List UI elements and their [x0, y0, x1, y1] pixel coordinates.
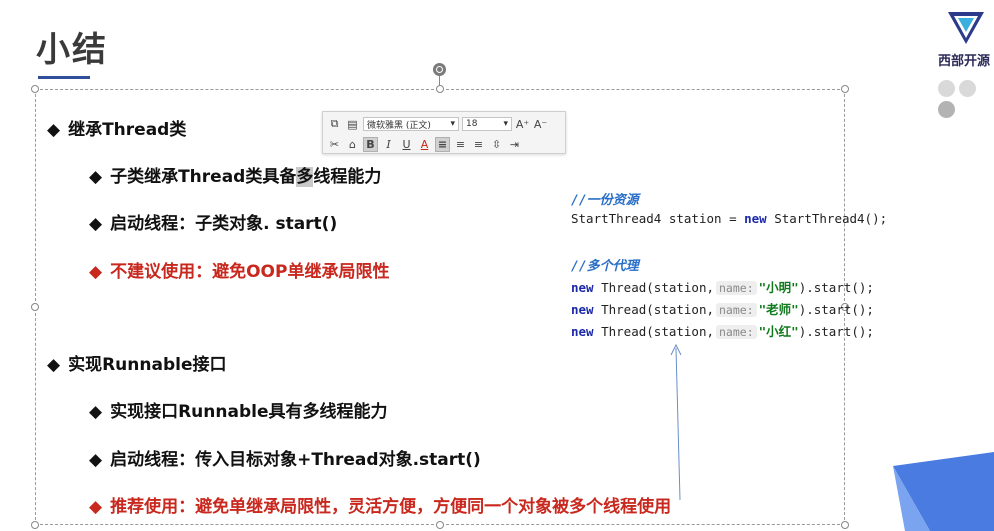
pointer-arrow [670, 343, 682, 501]
